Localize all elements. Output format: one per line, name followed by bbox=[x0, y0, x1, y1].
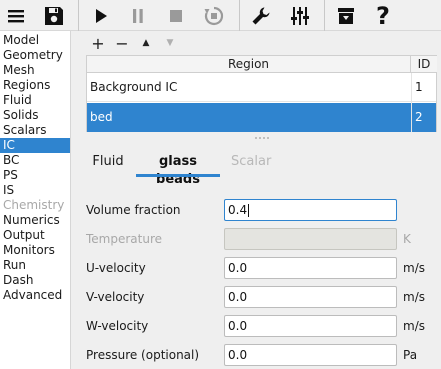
sidebar-item-scalars[interactable]: Scalars bbox=[0, 123, 70, 138]
w-velocity-unit: m/s bbox=[403, 319, 425, 333]
region-table: Region ID Background IC 1 bed 2 bbox=[86, 55, 437, 132]
sidebar-item-ps[interactable]: PS bbox=[0, 168, 70, 183]
region-column-header[interactable]: Region bbox=[87, 56, 411, 73]
stop-icon[interactable] bbox=[163, 3, 189, 29]
sidebar-item-ic[interactable]: IC bbox=[0, 138, 70, 153]
u-velocity-label: U-velocity bbox=[86, 261, 146, 275]
toolbar-separator bbox=[78, 0, 79, 31]
temperature-field bbox=[224, 228, 397, 250]
sidebar-item-geometry[interactable]: Geometry bbox=[0, 48, 70, 63]
sidebar-navigation: Model Geometry Mesh Regions Fluid Solids Scala… bbox=[0, 31, 71, 369]
wrench-icon[interactable] bbox=[248, 3, 274, 29]
sidebar-item-is[interactable]: IS bbox=[0, 183, 70, 198]
sidebar-item-chemistry: Chemistry bbox=[3, 198, 65, 212]
volume-fraction-label: Volume fraction bbox=[86, 203, 181, 217]
add-region-button[interactable]: + bbox=[88, 33, 108, 53]
column-divider bbox=[411, 73, 412, 132]
temperature-label: Temperature bbox=[86, 232, 163, 246]
sliders-icon[interactable] bbox=[287, 3, 313, 29]
v-velocity-field[interactable]: 0.0 bbox=[224, 286, 397, 308]
text-cursor bbox=[248, 204, 250, 217]
table-row-selected[interactable]: bed 2 bbox=[87, 103, 436, 132]
save-icon[interactable] bbox=[41, 3, 67, 29]
table-row[interactable]: Background IC 1 bbox=[87, 73, 436, 102]
sidebar-item-regions[interactable]: Regions bbox=[0, 78, 70, 93]
remove-region-button[interactable]: − bbox=[112, 33, 132, 53]
pause-icon[interactable] bbox=[125, 3, 151, 29]
tab-glass-beads[interactable]: glass beads bbox=[136, 153, 220, 187]
sidebar-item-fluid[interactable]: Fluid bbox=[0, 93, 70, 108]
sidebar-item-numerics[interactable]: Numerics bbox=[0, 213, 70, 228]
tab-scalar: Scalar bbox=[231, 154, 272, 169]
id-column-header[interactable]: ID bbox=[411, 56, 437, 73]
toolbar-separator bbox=[239, 0, 240, 31]
sidebar-item-bc[interactable]: BC bbox=[0, 153, 70, 168]
volume-fraction-value: 0.4 bbox=[228, 203, 248, 217]
hamburger-menu-icon[interactable] bbox=[3, 3, 29, 29]
reset-icon[interactable] bbox=[201, 3, 227, 29]
move-down-button[interactable]: ▼ bbox=[160, 33, 180, 53]
region-cell: bed bbox=[90, 110, 113, 124]
sidebar-item-output[interactable]: Output bbox=[0, 228, 70, 243]
sidebar-item-dash[interactable]: Dash bbox=[0, 273, 70, 288]
volume-fraction-field[interactable]: 0.4 bbox=[224, 199, 397, 221]
sidebar-item-advanced[interactable]: Advanced bbox=[0, 288, 70, 303]
w-velocity-label: W-velocity bbox=[86, 319, 149, 333]
pressure-unit: Pa bbox=[403, 348, 418, 362]
id-cell: 2 bbox=[415, 110, 423, 124]
temperature-unit: K bbox=[403, 232, 411, 246]
move-up-button[interactable]: ▲ bbox=[136, 33, 156, 53]
sidebar-item-solids[interactable]: Solids bbox=[0, 108, 70, 123]
u-velocity-field[interactable]: 0.0 bbox=[224, 257, 397, 279]
toolbar: ? bbox=[0, 0, 441, 31]
sidebar-item-run[interactable]: Run bbox=[0, 258, 70, 273]
u-velocity-unit: m/s bbox=[403, 261, 425, 275]
toolbar-separator bbox=[324, 0, 325, 31]
help-icon[interactable]: ? bbox=[370, 2, 396, 30]
v-velocity-label: V-velocity bbox=[86, 290, 145, 304]
play-icon[interactable] bbox=[88, 3, 114, 29]
pressure-label: Pressure (optional) bbox=[86, 348, 200, 362]
splitter-handle[interactable] bbox=[255, 137, 269, 140]
id-cell: 1 bbox=[415, 80, 423, 94]
sidebar-item-monitors[interactable]: Monitors bbox=[0, 243, 70, 258]
pressure-field[interactable]: 0.0 bbox=[224, 344, 397, 366]
main-panel: + − ▲ ▼ Region ID Background IC 1 bed 2 … bbox=[72, 31, 441, 369]
region-cell: Background IC bbox=[90, 80, 178, 94]
archive-icon[interactable] bbox=[333, 3, 359, 29]
v-velocity-unit: m/s bbox=[403, 290, 425, 304]
w-velocity-field[interactable]: 0.0 bbox=[224, 315, 397, 337]
sidebar-item-model[interactable]: Model bbox=[0, 33, 70, 48]
tab-fluid[interactable]: Fluid bbox=[92, 153, 124, 177]
sidebar-item-mesh[interactable]: Mesh bbox=[0, 63, 70, 78]
